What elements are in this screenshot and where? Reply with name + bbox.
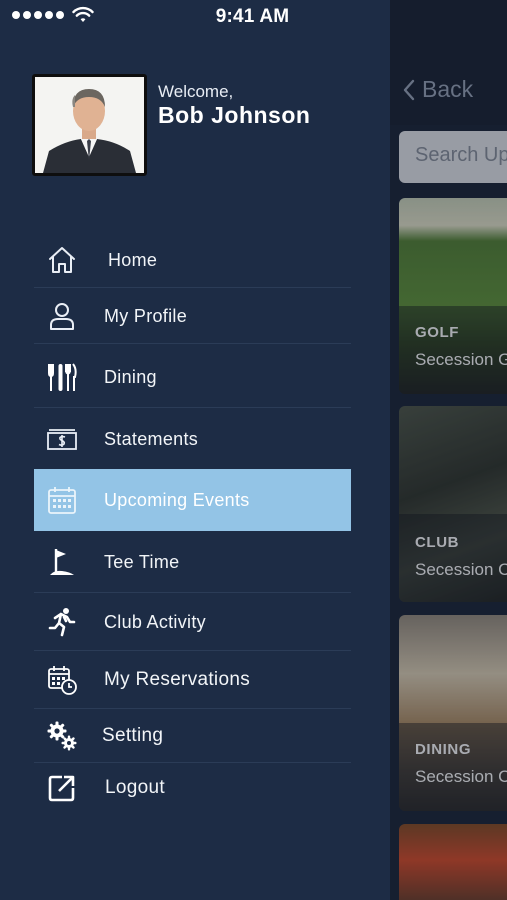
- user-icon: [46, 300, 78, 332]
- dining-icon: [46, 361, 78, 393]
- welcome-text: Welcome,: [158, 82, 234, 101]
- menu-label: Upcoming Events: [104, 489, 250, 510]
- menu-label: Dining: [104, 366, 157, 387]
- menu-label: My Profile: [104, 305, 188, 326]
- menu-item-club-activity[interactable]: Club Activity: [34, 593, 351, 651]
- menu-label: Setting: [102, 725, 164, 746]
- statement-icon: [46, 423, 78, 455]
- menu-item-logout[interactable]: Logout: [34, 763, 351, 813]
- avatar-photo: [35, 77, 144, 173]
- menu-item-statements[interactable]: Statements: [34, 408, 351, 470]
- menu-label: Statements: [104, 428, 199, 449]
- menu-label: Tee Time: [104, 551, 180, 572]
- main-content-panel[interactable]: Back Search Up GOLF Secession G CLUB Sec…: [390, 0, 507, 900]
- menu-item-my-profile[interactable]: My Profile: [34, 288, 351, 344]
- gears-icon: [46, 720, 78, 752]
- user-name: Bob Johnson: [158, 102, 311, 128]
- menu-item-setting[interactable]: Setting: [34, 709, 351, 763]
- menu-item-my-reservations[interactable]: My Reservations: [34, 651, 351, 709]
- calendar-icon: [46, 484, 78, 516]
- menu-item-upcoming-events[interactable]: Upcoming Events: [34, 469, 351, 531]
- golf-flag-icon: [46, 546, 78, 578]
- reservation-calendar-icon: [46, 664, 78, 696]
- logout-icon: [46, 772, 78, 804]
- menu-item-home[interactable]: Home: [34, 232, 351, 288]
- side-drawer: Welcome, Bob Johnson Home My Profile Din…: [0, 34, 390, 900]
- menu-label: Club Activity: [104, 611, 206, 632]
- drawer-scrim[interactable]: [390, 0, 507, 900]
- menu-label: Logout: [105, 777, 165, 798]
- menu-item-dining[interactable]: Dining: [34, 346, 351, 408]
- menu-item-tee-time[interactable]: Tee Time: [34, 531, 351, 593]
- menu-label: My Reservations: [104, 669, 250, 690]
- home-icon: [46, 244, 78, 276]
- avatar[interactable]: [32, 74, 147, 176]
- running-icon: [46, 606, 78, 638]
- menu-label: Home: [108, 249, 158, 270]
